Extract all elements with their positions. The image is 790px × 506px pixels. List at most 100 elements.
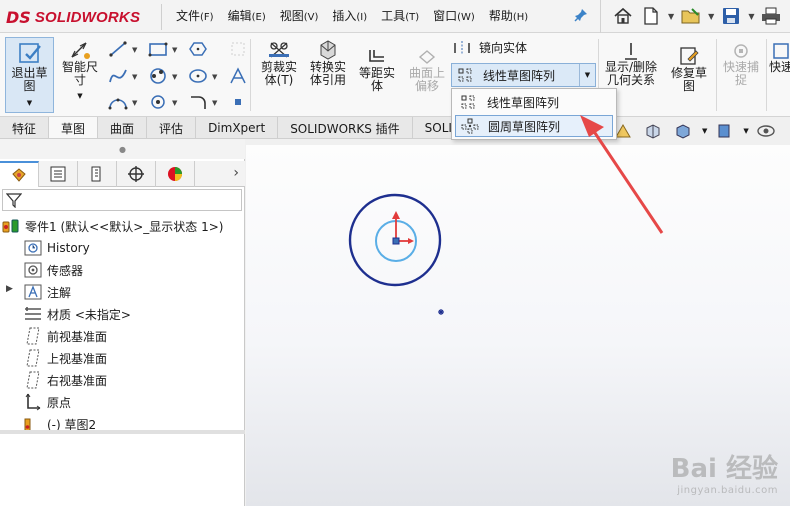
sensor-icon: [24, 261, 42, 279]
chevron-down-icon[interactable]: ▼: [748, 12, 754, 21]
offset-entities-button[interactable]: 等距实 体: [355, 47, 399, 93]
tab-solidworks-addins[interactable]: SOLIDWORKS 插件: [278, 117, 413, 138]
menu-item-linear-sketch-pattern[interactable]: 线性草图阵列: [455, 91, 613, 113]
tree-item-annotations[interactable]: 注解: [24, 282, 71, 302]
tree-item-sensors[interactable]: 传感器: [24, 260, 83, 280]
open-folder-icon[interactable]: [680, 5, 702, 27]
repair-sketch-button[interactable]: 修复草 图: [666, 45, 712, 93]
chevron-down-icon[interactable]: ▼: [212, 73, 217, 81]
trim-entities-button[interactable]: 剪裁实 体(T): [256, 39, 302, 87]
chevron-down-icon[interactable]: ▼: [579, 64, 595, 86]
convert-entities-label: 转换实 体引用: [309, 60, 346, 87]
tab-sketch[interactable]: 草图: [49, 117, 99, 138]
tree-item-top-plane[interactable]: 上视基准面: [24, 348, 107, 368]
print-icon[interactable]: [760, 5, 782, 27]
chevron-down-icon[interactable]: ▼: [708, 12, 714, 21]
polygon-icon[interactable]: [188, 40, 208, 58]
chevron-right-icon[interactable]: ›: [233, 165, 239, 181]
tree-item-origin[interactable]: 原点: [24, 392, 71, 412]
fillet-icon[interactable]: [188, 93, 208, 111]
home-icon[interactable]: [612, 5, 634, 27]
offset-on-surface-label: 曲面上 偏移: [408, 66, 445, 93]
smart-dimension-label: 智能尺 寸: [61, 60, 98, 87]
chevron-down-icon[interactable]: ▼: [743, 127, 748, 135]
menu-item-label: 圆周草图阵列: [488, 119, 561, 134]
tree-root-part[interactable]: 零件1 (默认<<默认>_显示状态 1>): [2, 216, 223, 236]
mirror-entities-button[interactable]: 镜向实体: [453, 39, 527, 56]
circle-tool-icon[interactable]: [148, 67, 168, 85]
chevron-down-icon[interactable]: ▼: [132, 73, 137, 81]
chevron-right-icon[interactable]: ▶: [6, 284, 13, 294]
offset-on-surface-button[interactable]: 曲面上 偏移: [404, 47, 450, 93]
menu-window[interactable]: 窗口(W): [433, 7, 475, 24]
filter-box[interactable]: [2, 189, 242, 211]
tab-evaluate[interactable]: 评估: [147, 117, 197, 138]
tree-root-label: 零件1 (默认<<默认>_显示状态 1>): [25, 219, 224, 234]
tab-configuration-manager[interactable]: [78, 161, 117, 187]
tree-item-front-plane[interactable]: 前视基准面: [24, 326, 107, 346]
chevron-down-icon[interactable]: ▼: [172, 73, 177, 81]
menu-insert[interactable]: 插入(I): [332, 7, 367, 24]
slot-icon[interactable]: [148, 93, 168, 111]
smart-dimension-button[interactable]: 智能尺 寸 ▼: [58, 39, 102, 103]
view-orientation-icon[interactable]: [672, 121, 694, 141]
display-style-icon[interactable]: [713, 121, 735, 141]
chevron-down-icon[interactable]: ▼: [172, 46, 177, 54]
tab-property-manager[interactable]: [39, 161, 78, 187]
chevron-down-icon[interactable]: ▼: [77, 90, 82, 103]
graphics-area[interactable]: Bai 经验 jingyan.baidu.com: [246, 145, 790, 506]
tree-item-right-plane[interactable]: 右视基准面: [24, 370, 107, 390]
ellipse-icon[interactable]: [188, 67, 208, 85]
pin-icon[interactable]: [574, 8, 588, 26]
panel-grip[interactable]: ●: [0, 139, 245, 159]
spline-icon[interactable]: [108, 67, 128, 85]
chamfer-icon[interactable]: [228, 40, 248, 58]
point-marker[interactable]: [438, 309, 444, 315]
display-relations-button[interactable]: 显示/删除 几何关系: [601, 41, 661, 87]
chevron-down-icon[interactable]: ▼: [27, 97, 32, 110]
chevron-down-icon[interactable]: ▼: [668, 12, 674, 21]
chevron-down-icon[interactable]: ▼: [702, 127, 707, 135]
chevron-down-icon[interactable]: ▼: [212, 99, 217, 107]
material-icon: [24, 305, 42, 323]
linear-pattern-combo[interactable]: 线性草图阵列 ▼: [451, 63, 596, 87]
tab-features[interactable]: 特征: [0, 117, 50, 138]
arc-icon[interactable]: [108, 93, 128, 111]
section-view-icon[interactable]: [642, 121, 664, 141]
menu-tools[interactable]: 工具(T): [381, 7, 419, 24]
menu-view[interactable]: 视图(V): [280, 7, 319, 24]
pattern-dropdown-menu: 线性草图阵列 圆周草图阵列: [451, 88, 617, 140]
text-icon[interactable]: [228, 67, 248, 85]
mirror-entities-label: 镜向实体: [479, 41, 528, 55]
tab-surfaces[interactable]: 曲面: [98, 117, 148, 138]
convert-entities-button[interactable]: 转换实 体引用: [305, 39, 351, 87]
command-manager-ribbon: 退出草 图 ▼ 智能尺 寸 ▼ ▼ ▼ ▼ ▼ ▼ ▼ ▼ ▼ 剪裁实 体(T)…: [0, 33, 790, 117]
menu-item-circular-sketch-pattern[interactable]: 圆周草图阵列: [455, 115, 613, 137]
chevron-down-icon[interactable]: ▼: [172, 99, 177, 107]
tab-dimxpert-manager[interactable]: [117, 161, 156, 187]
tab-feature-manager[interactable]: [0, 161, 39, 187]
menu-help[interactable]: 帮助(H): [489, 7, 528, 24]
new-document-icon[interactable]: [640, 5, 662, 27]
menu-file[interactable]: 文件(F): [176, 7, 214, 24]
panel-scrollbar[interactable]: [0, 430, 245, 434]
tree-item-material[interactable]: 材质 <未指定>: [24, 304, 131, 324]
tree-item-label: 原点: [47, 395, 72, 410]
tab-dimxpert[interactable]: DimXpert: [196, 117, 279, 138]
rapid-sketch-button[interactable]: 快速: [769, 41, 790, 74]
hide-show-items-icon[interactable]: [755, 121, 777, 141]
rectangle-icon[interactable]: [148, 40, 168, 58]
quick-snaps-button[interactable]: 快速捕 捉: [719, 41, 763, 87]
watermark-brand: Bai 经验: [670, 454, 778, 484]
exit-sketch-button[interactable]: 退出草 图 ▼: [5, 37, 54, 113]
tab-display-manager[interactable]: [156, 161, 195, 187]
chevron-down-icon[interactable]: ▼: [132, 46, 137, 54]
filter-icon: [6, 193, 22, 208]
tree-item-history[interactable]: History: [24, 238, 90, 258]
point-icon[interactable]: [228, 93, 248, 111]
save-icon[interactable]: [720, 5, 742, 27]
chevron-down-icon[interactable]: ▼: [132, 99, 137, 107]
menu-edit[interactable]: 编辑(E): [228, 7, 266, 24]
line-icon[interactable]: [108, 40, 128, 58]
watermark-url: jingyan.baidu.com: [677, 485, 778, 496]
